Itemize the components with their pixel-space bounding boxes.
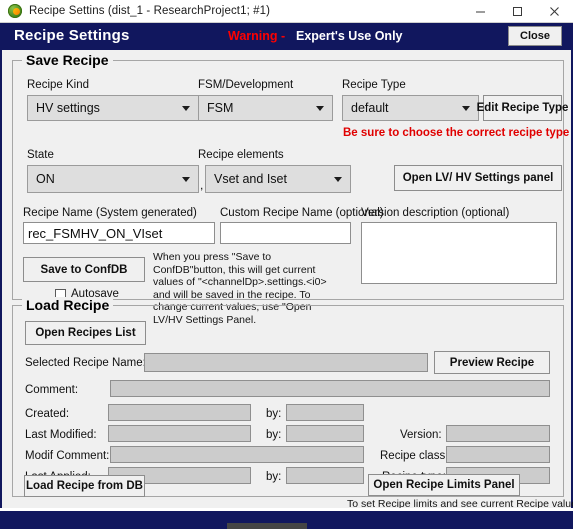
recipe-class-label: Recipe class: xyxy=(380,450,449,462)
recipe-settings-window: Recipe Settins (dist_1 - ResearchProject… xyxy=(0,0,573,529)
chevron-down-icon xyxy=(334,177,342,182)
recipe-type-dropdown[interactable]: default xyxy=(342,95,479,121)
close-button[interactable]: Close xyxy=(508,26,562,46)
load-recipe-group: Load Recipe Open Recipes List Selected R… xyxy=(12,297,564,497)
last-modified-by-label: by: xyxy=(266,429,282,441)
open-recipe-limits-panel-button[interactable]: Open Recipe Limits Panel xyxy=(368,474,520,496)
edit-recipe-type-button[interactable]: Edit Recipe Type xyxy=(477,95,568,121)
fsm-development-dropdown[interactable]: FSM xyxy=(198,95,333,121)
chevron-down-icon xyxy=(462,106,470,111)
warning-text: Expert's Use Only xyxy=(296,29,403,43)
resize-handle[interactable] xyxy=(227,523,307,529)
last-applied-by-label: by: xyxy=(266,471,282,483)
created-label: Created: xyxy=(25,408,70,420)
page-title: Recipe Settings xyxy=(14,27,130,44)
version-description-label: Version description (optional) xyxy=(361,207,510,219)
close-icon[interactable] xyxy=(536,0,573,23)
open-recipes-list-button[interactable]: Open Recipes List xyxy=(25,321,146,345)
load-recipe-from-db-button[interactable]: Load Recipe from DB xyxy=(24,475,145,497)
custom-recipe-name-input[interactable] xyxy=(220,222,351,244)
recipe-name-value: rec_FSMHV_ON_VIset xyxy=(28,225,163,241)
last-applied-by-field[interactable] xyxy=(286,467,364,484)
selected-recipe-name-field[interactable] xyxy=(144,353,428,372)
app-header-bar: Recipe Settings Warning - Expert's Use O… xyxy=(0,23,573,50)
recipe-elements-label: Recipe elements xyxy=(198,149,284,161)
save-recipe-group: Save Recipe Recipe Kind FSM/Development … xyxy=(12,52,569,326)
chevron-down-icon xyxy=(316,106,324,111)
preview-recipe-button[interactable]: Preview Recipe xyxy=(434,351,550,374)
state-value: ON xyxy=(36,172,55,186)
modif-comment-label: Modif Comment: xyxy=(25,450,110,462)
save-recipe-group-title: Save Recipe xyxy=(22,52,113,68)
warning-label: Warning - xyxy=(228,29,286,43)
last-modified-by-field[interactable] xyxy=(286,425,364,442)
custom-recipe-name-label: Custom Recipe Name (optional) xyxy=(220,207,384,219)
selected-recipe-name-label: Selected Recipe Name: xyxy=(25,357,146,369)
load-recipe-group-title: Load Recipe xyxy=(22,297,114,313)
recipe-type-label: Recipe Type xyxy=(342,79,406,91)
recipe-class-field[interactable] xyxy=(446,446,550,463)
created-field[interactable] xyxy=(108,404,251,421)
recipe-kind-label: Recipe Kind xyxy=(27,79,90,91)
recipe-name-input[interactable]: rec_FSMHV_ON_VIset xyxy=(23,222,215,244)
comment-field[interactable] xyxy=(110,380,550,397)
state-label: State xyxy=(27,149,54,161)
comment-label: Comment: xyxy=(25,384,79,396)
save-to-confdb-button[interactable]: Save to ConfDB xyxy=(23,257,145,282)
recipe-elements-dropdown[interactable]: Vset and Iset xyxy=(205,165,351,193)
recipe-kind-value: HV settings xyxy=(36,101,100,115)
main-body: Save Recipe Recipe Kind FSM/Development … xyxy=(0,50,573,510)
created-by-field[interactable] xyxy=(286,404,364,421)
window-titlebar: Recipe Settins (dist_1 - ResearchProject… xyxy=(0,0,573,23)
last-modified-field[interactable] xyxy=(108,425,251,442)
recipe-kind-dropdown[interactable]: HV settings xyxy=(27,95,199,121)
recipe-elements-value: Vset and Iset xyxy=(214,172,287,186)
version-label: Version: xyxy=(400,429,442,441)
fsm-development-value: FSM xyxy=(207,101,234,115)
window-title: Recipe Settins (dist_1 - ResearchProject… xyxy=(29,5,271,17)
state-dropdown[interactable]: ON xyxy=(27,165,199,193)
app-icon xyxy=(7,3,23,19)
recipe-type-value: default xyxy=(351,101,389,115)
window-controls xyxy=(462,0,573,23)
created-by-label: by: xyxy=(266,408,282,420)
recipe-name-label: Recipe Name (System generated) xyxy=(23,207,197,219)
last-modified-label: Last Modified: xyxy=(25,429,97,441)
chevron-down-icon xyxy=(182,177,190,182)
maximize-icon[interactable] xyxy=(499,0,536,23)
state-separator: , xyxy=(200,178,204,192)
version-description-textarea[interactable] xyxy=(361,222,557,284)
minimize-icon[interactable] xyxy=(462,0,499,23)
recipe-type-note: Be sure to choose the correct recipe typ… xyxy=(343,127,570,139)
chevron-down-icon xyxy=(182,106,190,111)
version-field[interactable] xyxy=(446,425,550,442)
modif-comment-field[interactable] xyxy=(110,446,364,463)
bottom-strip xyxy=(0,508,573,529)
fsm-development-label: FSM/Development xyxy=(198,79,294,91)
open-lv-hv-settings-button[interactable]: Open LV/ HV Settings panel xyxy=(394,165,562,191)
